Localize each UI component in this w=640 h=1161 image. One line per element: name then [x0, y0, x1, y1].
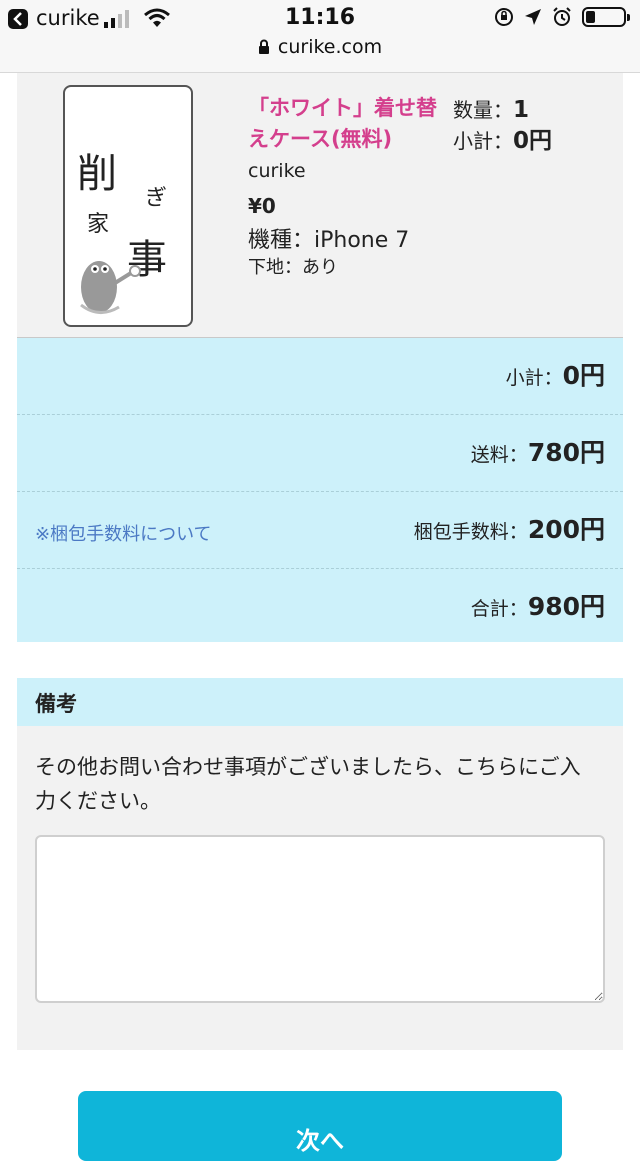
product-image[interactable]: 削 ぎ 家 事: [63, 85, 193, 327]
address-bar[interactable]: curike.com: [0, 36, 640, 73]
quantity-value: 1: [513, 97, 530, 123]
total-value: 980円: [527, 592, 605, 621]
location-icon: [525, 9, 541, 25]
total-label: 合計：: [470, 598, 528, 620]
notes-header: 備考: [17, 678, 623, 726]
quantity-label: 数量：: [453, 98, 513, 122]
subtotal-value: 0円: [562, 361, 605, 390]
product-price: ¥0: [248, 194, 276, 218]
status-bar: curike 11:16: [0, 0, 640, 40]
order-totals: 小計： 0円 送料： 780円 ※梱包手数料について 梱包手数料： 200円 合計： 9…: [17, 338, 623, 642]
svg-text:削: 削: [77, 151, 117, 197]
quantity-and-subtotal: 数量：1 小計：0円: [453, 95, 552, 157]
lock-icon: [258, 39, 269, 54]
product-base: 下地：あり: [248, 257, 338, 278]
packing-fee-label: 梱包手数料：: [413, 521, 528, 543]
shipping-label: 送料：: [470, 444, 528, 466]
cart-item: 削 ぎ 家 事 「ホワイト」着せ替えケース(無料) 数量：1 小計：0円 cur…: [17, 73, 623, 338]
shipping-value: 780円: [527, 438, 605, 467]
orientation-lock-icon: [495, 8, 513, 26]
battery-icon: [582, 7, 630, 27]
item-subtotal-value: 0円: [513, 128, 553, 154]
product-name-link[interactable]: 「ホワイト」着せ替えケース(無料): [248, 93, 448, 155]
packing-fee-info-link[interactable]: ※梱包手数料について: [35, 520, 212, 546]
alarm-icon: [553, 7, 571, 26]
subtotal-row: 小計： 0円: [17, 338, 623, 414]
item-subtotal-label: 小計：: [453, 129, 513, 153]
svg-text:ぎ: ぎ: [145, 186, 167, 211]
notes-title: 備考: [35, 692, 77, 716]
next-button[interactable]: 次へ: [78, 1091, 562, 1161]
svg-text:家: 家: [87, 212, 109, 237]
product-model: 機種：iPhone 7: [248, 228, 410, 253]
notes-section: その他お問い合わせ事項がございましたら、こちらにご入力ください。: [17, 726, 623, 1050]
next-button-label: 次へ: [296, 1127, 344, 1155]
shipping-row: 送料： 780円: [17, 414, 623, 491]
notes-description: その他お問い合わせ事項がございましたら、こちらにご入力ください。: [35, 755, 581, 813]
packing-fee-row: ※梱包手数料について 梱包手数料： 200円: [17, 491, 623, 568]
url-text: curike.com: [277, 36, 383, 58]
product-brand: curike: [248, 160, 306, 182]
notes-textarea[interactable]: [35, 835, 605, 1003]
total-row: 合計： 980円: [17, 568, 623, 645]
packing-fee-value: 200円: [527, 515, 605, 544]
product-design-image: 削 ぎ 家 事: [71, 93, 185, 319]
subtotal-label: 小計：: [505, 367, 563, 389]
